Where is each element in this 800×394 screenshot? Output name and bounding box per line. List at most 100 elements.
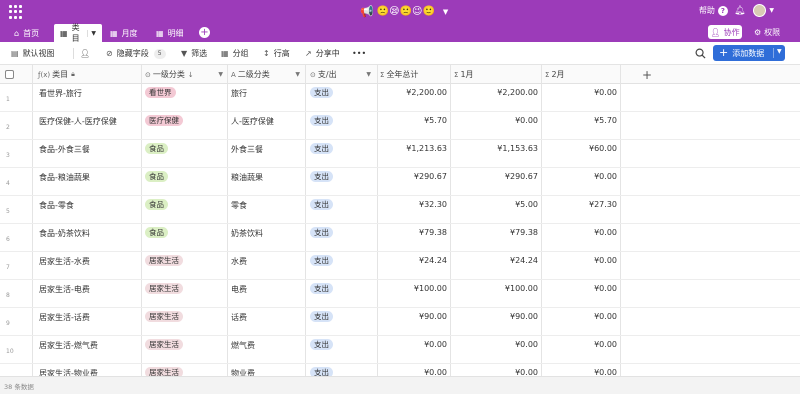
january-cell[interactable]: ¥90.00 — [510, 312, 538, 321]
secondary-category-cell[interactable]: 旅行 — [231, 88, 247, 99]
chevron-down-icon[interactable]: ▼ — [218, 71, 223, 78]
january-cell[interactable]: ¥24.24 — [510, 256, 538, 265]
table-row[interactable]: 3 食品-外食三餐 食品 外食三餐 支出 ¥1,213.63 ¥1,153.63 ¥60.00 — [0, 140, 800, 168]
chevron-down-icon[interactable]: ▼ — [777, 48, 782, 55]
column-header-annual-total[interactable]: Σ 全年总计 — [380, 65, 450, 84]
january-cell[interactable]: ¥290.67 — [505, 172, 538, 181]
column-header-primary-category[interactable]: ⊙ 一级分类 ↓ ▼ — [145, 65, 228, 84]
annual-total-cell[interactable]: ¥1,213.63 — [406, 144, 447, 153]
tab-monthly[interactable]: ▦ 月度 — [104, 24, 144, 42]
category-cell[interactable]: 食品-奶茶饮料 — [39, 228, 90, 239]
category-cell[interactable]: 居家生活-燃气费 — [39, 340, 98, 351]
row-height-button[interactable]: ↕ 行高 — [263, 47, 290, 60]
table-row[interactable]: 9 居家生活-话费 居家生活 话费 支出 ¥90.00 ¥90.00 ¥0.00 — [0, 308, 800, 336]
february-cell[interactable]: ¥0.00 — [594, 284, 617, 293]
table-row[interactable]: 10 居家生活-燃气费 居家生活 燃气费 支出 ¥0.00 ¥0.00 ¥0.00 — [0, 336, 800, 364]
primary-category-tag[interactable]: 食品 — [145, 227, 168, 238]
secondary-category-cell[interactable]: 外食三餐 — [231, 144, 263, 155]
app-title[interactable]: 📢 🙁😪🙁😉🙂 ▼ — [360, 4, 448, 19]
chevron-down-icon[interactable]: ▼ — [443, 8, 448, 16]
tab-details[interactable]: ▦ 明细 — [150, 24, 190, 42]
direction-tag[interactable]: 支出 — [310, 171, 333, 182]
column-header-direction[interactable]: ⊙ 支/出 ▼ — [310, 65, 376, 84]
january-cell[interactable]: ¥5.00 — [515, 200, 538, 209]
january-cell[interactable]: ¥79.38 — [510, 228, 538, 237]
february-cell[interactable]: ¥0.00 — [594, 228, 617, 237]
february-cell[interactable]: ¥5.70 — [594, 116, 617, 125]
primary-category-tag[interactable]: 看世界 — [145, 87, 176, 98]
secondary-category-cell[interactable]: 话费 — [231, 312, 247, 323]
table-row[interactable]: 4 食品-粮油蔬果 食品 粮油蔬果 支出 ¥290.67 ¥290.67 ¥0.00 — [0, 168, 800, 196]
direction-tag[interactable]: 支出 — [310, 283, 333, 294]
annual-total-cell[interactable]: ¥32.30 — [419, 200, 447, 209]
direction-tag[interactable]: 支出 — [310, 311, 333, 322]
february-cell[interactable]: ¥0.00 — [594, 340, 617, 349]
category-cell[interactable]: 医疗保健-人-医疗保健 — [39, 116, 117, 127]
annual-total-cell[interactable]: ¥0.00 — [424, 368, 447, 376]
add-column-icon[interactable]: + — [642, 68, 652, 82]
column-header-category[interactable]: ƒ(x) 类目 🔒︎ — [38, 65, 140, 84]
chevron-down-icon[interactable]: ▼ — [87, 29, 96, 37]
category-cell[interactable]: 食品-外食三餐 — [39, 144, 90, 155]
tab-category[interactable]: ▦ 类目 ▼ — [54, 23, 102, 43]
primary-category-tag[interactable]: 居家生活 — [145, 311, 183, 322]
secondary-category-cell[interactable]: 粮油蔬果 — [231, 172, 263, 183]
tab-home[interactable]: ⌂ 首页 — [8, 24, 45, 42]
share-button[interactable]: ↗ 分享中 — [305, 47, 340, 60]
filter-button[interactable]: ▼ 筛选 — [181, 47, 207, 60]
february-cell[interactable]: ¥0.00 — [594, 172, 617, 181]
add-tab-icon[interactable]: + — [199, 27, 210, 38]
category-cell[interactable]: 居家生活-水费 — [39, 256, 90, 267]
annual-total-cell[interactable]: ¥24.24 — [419, 256, 447, 265]
table-row[interactable]: 6 食品-奶茶饮料 食品 奶茶饮料 支出 ¥79.38 ¥79.38 ¥0.00 — [0, 224, 800, 252]
january-cell[interactable]: ¥2,200.00 — [497, 88, 538, 97]
direction-tag[interactable]: 支出 — [310, 255, 333, 266]
february-cell[interactable]: ¥0.00 — [594, 368, 617, 376]
permission-button[interactable]: ⚙ 权限 — [754, 25, 780, 39]
category-cell[interactable]: 居家生活-物业费 — [39, 368, 98, 376]
annual-total-cell[interactable]: ¥5.70 — [424, 116, 447, 125]
hide-fields-button[interactable]: ⊘ 隐藏字段 5 — [106, 47, 166, 60]
chevron-down-icon[interactable]: ▼ — [366, 71, 371, 78]
help-icon[interactable]: ? — [717, 5, 728, 16]
direction-tag[interactable]: 支出 — [310, 199, 333, 210]
primary-category-tag[interactable]: 食品 — [145, 199, 168, 210]
annual-total-cell[interactable]: ¥2,200.00 — [406, 88, 447, 97]
column-header-secondary-category[interactable]: A 二级分类 ▼ — [231, 65, 305, 84]
january-cell[interactable]: ¥0.00 — [515, 340, 538, 349]
primary-category-tag[interactable]: 居家生活 — [145, 283, 183, 294]
grid-menu-icon[interactable] — [9, 5, 23, 19]
column-header-february[interactable]: Σ 2月 — [545, 65, 620, 84]
february-cell[interactable]: ¥0.00 — [594, 312, 617, 321]
search-icon[interactable] — [695, 48, 706, 59]
table-row[interactable]: 7 居家生活-水费 居家生活 水费 支出 ¥24.24 ¥24.24 ¥0.00 — [0, 252, 800, 280]
direction-tag[interactable]: 支出 — [310, 115, 333, 126]
secondary-category-cell[interactable]: 电费 — [231, 284, 247, 295]
primary-category-tag[interactable]: 居家生活 — [145, 339, 183, 350]
table-row[interactable]: 8 居家生活-电费 居家生活 电费 支出 ¥100.00 ¥100.00 ¥0.00 — [0, 280, 800, 308]
february-cell[interactable]: ¥27.30 — [589, 200, 617, 209]
category-cell[interactable]: 看世界-旅行 — [39, 88, 82, 99]
bell-icon[interactable]: 🔔︎ — [734, 6, 745, 16]
category-cell[interactable]: 居家生活-电费 — [39, 284, 90, 295]
primary-category-tag[interactable]: 医疗保健 — [145, 115, 183, 126]
chevron-down-icon[interactable]: ▼ — [769, 7, 774, 14]
february-cell[interactable]: ¥60.00 — [589, 144, 617, 153]
help-link[interactable]: 帮助 — [699, 5, 715, 16]
view-selector[interactable]: ▤ 默认视图 — [11, 47, 55, 60]
user-filter-button[interactable]: 👤︎ — [80, 47, 94, 60]
category-cell[interactable]: 食品-粮油蔬果 — [39, 172, 90, 183]
january-cell[interactable]: ¥0.00 — [515, 116, 538, 125]
category-cell[interactable]: 食品-零食 — [39, 200, 74, 211]
february-cell[interactable]: ¥0.00 — [594, 256, 617, 265]
secondary-category-cell[interactable]: 零食 — [231, 200, 247, 211]
secondary-category-cell[interactable]: 燃气费 — [231, 340, 255, 351]
category-cell[interactable]: 居家生活-话费 — [39, 312, 90, 323]
primary-category-tag[interactable]: 食品 — [145, 143, 168, 154]
direction-tag[interactable]: 支出 — [310, 87, 333, 98]
collaborate-button[interactable]: 👤︎ 协作 — [708, 25, 742, 39]
group-button[interactable]: ▦ 分组 — [221, 47, 249, 60]
annual-total-cell[interactable]: ¥100.00 — [414, 284, 447, 293]
primary-category-tag[interactable]: 居家生活 — [145, 255, 183, 266]
add-record-button[interactable]: + 添加数据 ▼ — [713, 45, 785, 61]
